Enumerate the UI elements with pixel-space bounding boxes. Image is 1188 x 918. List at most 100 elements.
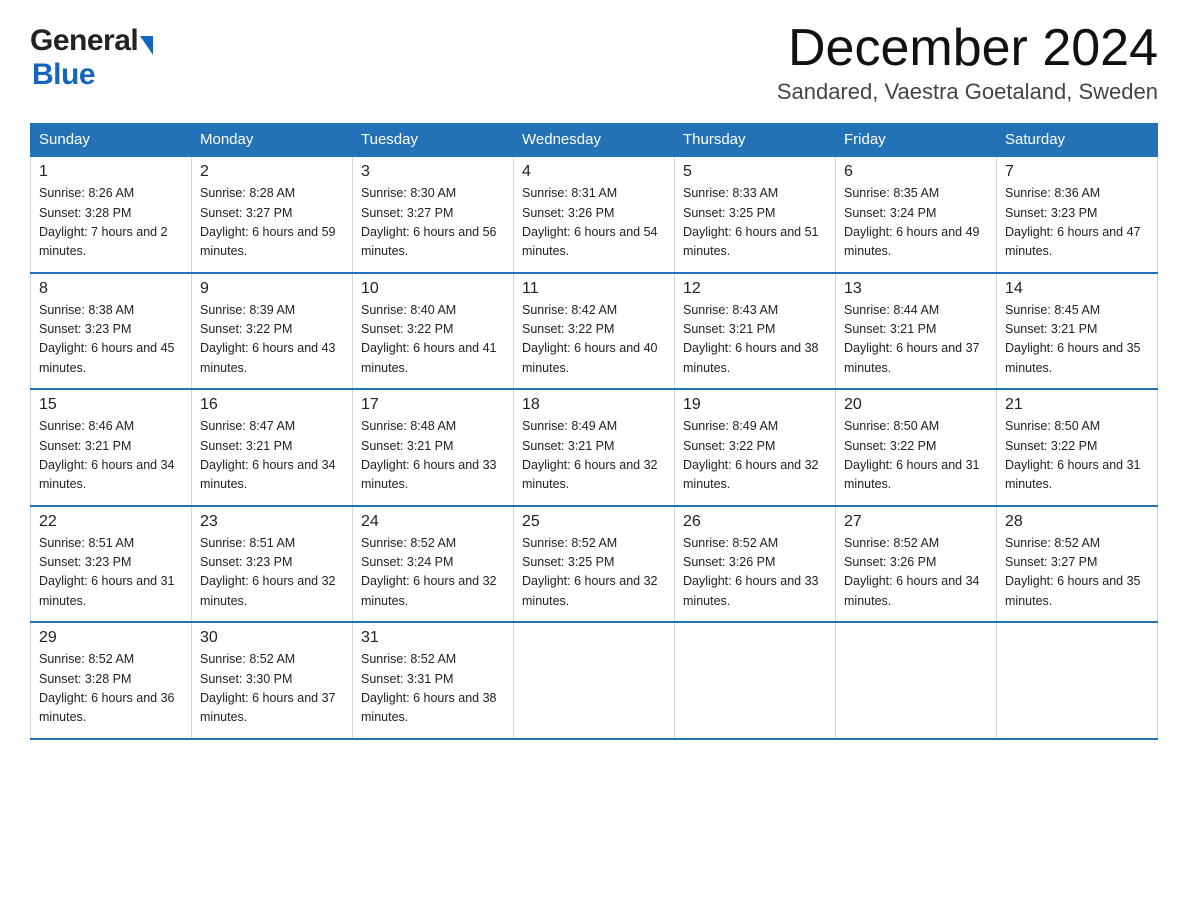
location: Sandared, Vaestra Goetaland, Sweden [777,79,1158,105]
day-info: Sunrise: 8:36 AMSunset: 3:23 PMDaylight:… [1005,186,1141,258]
calendar-day-cell: 24 Sunrise: 8:52 AMSunset: 3:24 PMDaylig… [353,506,514,623]
day-info: Sunrise: 8:52 AMSunset: 3:24 PMDaylight:… [361,536,497,608]
day-of-week-header: Tuesday [353,124,514,157]
calendar-day-cell: 22 Sunrise: 8:51 AMSunset: 3:23 PMDaylig… [31,506,192,623]
calendar-day-cell: 26 Sunrise: 8:52 AMSunset: 3:26 PMDaylig… [675,506,836,623]
logo-triangle-icon [140,36,153,55]
day-number: 28 [1005,513,1149,531]
day-number: 10 [361,280,505,298]
day-info: Sunrise: 8:50 AMSunset: 3:22 PMDaylight:… [1005,419,1141,491]
logo-general: General [30,24,138,58]
calendar-day-cell: 15 Sunrise: 8:46 AMSunset: 3:21 PMDaylig… [31,389,192,506]
calendar-day-cell: 28 Sunrise: 8:52 AMSunset: 3:27 PMDaylig… [997,506,1158,623]
day-number: 7 [1005,163,1149,181]
calendar-day-cell: 10 Sunrise: 8:40 AMSunset: 3:22 PMDaylig… [353,273,514,390]
day-info: Sunrise: 8:49 AMSunset: 3:22 PMDaylight:… [683,419,819,491]
calendar-day-cell: 3 Sunrise: 8:30 AMSunset: 3:27 PMDayligh… [353,156,514,273]
calendar-day-cell [514,622,675,739]
calendar-day-cell: 17 Sunrise: 8:48 AMSunset: 3:21 PMDaylig… [353,389,514,506]
day-info: Sunrise: 8:44 AMSunset: 3:21 PMDaylight:… [844,303,980,375]
calendar-day-cell: 20 Sunrise: 8:50 AMSunset: 3:22 PMDaylig… [836,389,997,506]
calendar-week-row: 22 Sunrise: 8:51 AMSunset: 3:23 PMDaylig… [31,506,1158,623]
calendar-day-cell [997,622,1158,739]
header-row: SundayMondayTuesdayWednesdayThursdayFrid… [31,124,1158,157]
day-number: 27 [844,513,988,531]
day-info: Sunrise: 8:31 AMSunset: 3:26 PMDaylight:… [522,186,658,258]
day-info: Sunrise: 8:30 AMSunset: 3:27 PMDaylight:… [361,186,497,258]
title-block: December 2024 Sandared, Vaestra Goetalan… [777,20,1158,105]
day-of-week-header: Friday [836,124,997,157]
day-number: 20 [844,396,988,414]
day-number: 25 [522,513,666,531]
day-number: 21 [1005,396,1149,414]
calendar-day-cell: 14 Sunrise: 8:45 AMSunset: 3:21 PMDaylig… [997,273,1158,390]
calendar-day-cell: 30 Sunrise: 8:52 AMSunset: 3:30 PMDaylig… [192,622,353,739]
calendar-day-cell: 2 Sunrise: 8:28 AMSunset: 3:27 PMDayligh… [192,156,353,273]
calendar-day-cell: 31 Sunrise: 8:52 AMSunset: 3:31 PMDaylig… [353,622,514,739]
day-info: Sunrise: 8:26 AMSunset: 3:28 PMDaylight:… [39,186,168,258]
day-number: 23 [200,513,344,531]
calendar-day-cell: 7 Sunrise: 8:36 AMSunset: 3:23 PMDayligh… [997,156,1158,273]
logo-blue: Blue [32,58,95,92]
month-title: December 2024 [777,20,1158,77]
day-number: 8 [39,280,183,298]
day-number: 24 [361,513,505,531]
day-info: Sunrise: 8:50 AMSunset: 3:22 PMDaylight:… [844,419,980,491]
day-info: Sunrise: 8:52 AMSunset: 3:26 PMDaylight:… [844,536,980,608]
calendar-day-cell: 12 Sunrise: 8:43 AMSunset: 3:21 PMDaylig… [675,273,836,390]
day-info: Sunrise: 8:42 AMSunset: 3:22 PMDaylight:… [522,303,658,375]
day-info: Sunrise: 8:48 AMSunset: 3:21 PMDaylight:… [361,419,497,491]
day-info: Sunrise: 8:28 AMSunset: 3:27 PMDaylight:… [200,186,336,258]
calendar-day-cell: 5 Sunrise: 8:33 AMSunset: 3:25 PMDayligh… [675,156,836,273]
calendar-day-cell: 18 Sunrise: 8:49 AMSunset: 3:21 PMDaylig… [514,389,675,506]
day-number: 22 [39,513,183,531]
calendar-day-cell: 19 Sunrise: 8:49 AMSunset: 3:22 PMDaylig… [675,389,836,506]
day-of-week-header: Saturday [997,124,1158,157]
day-number: 11 [522,280,666,298]
day-info: Sunrise: 8:52 AMSunset: 3:30 PMDaylight:… [200,652,336,724]
day-info: Sunrise: 8:46 AMSunset: 3:21 PMDaylight:… [39,419,175,491]
day-number: 1 [39,163,183,181]
calendar-day-cell: 16 Sunrise: 8:47 AMSunset: 3:21 PMDaylig… [192,389,353,506]
day-of-week-header: Monday [192,124,353,157]
day-info: Sunrise: 8:39 AMSunset: 3:22 PMDaylight:… [200,303,336,375]
day-info: Sunrise: 8:33 AMSunset: 3:25 PMDaylight:… [683,186,819,258]
day-of-week-header: Wednesday [514,124,675,157]
day-number: 26 [683,513,827,531]
day-info: Sunrise: 8:45 AMSunset: 3:21 PMDaylight:… [1005,303,1141,375]
day-number: 12 [683,280,827,298]
day-number: 17 [361,396,505,414]
day-number: 19 [683,396,827,414]
day-number: 14 [1005,280,1149,298]
day-info: Sunrise: 8:52 AMSunset: 3:27 PMDaylight:… [1005,536,1141,608]
day-info: Sunrise: 8:51 AMSunset: 3:23 PMDaylight:… [200,536,336,608]
calendar-week-row: 1 Sunrise: 8:26 AMSunset: 3:28 PMDayligh… [31,156,1158,273]
calendar-day-cell: 21 Sunrise: 8:50 AMSunset: 3:22 PMDaylig… [997,389,1158,506]
calendar-table: SundayMondayTuesdayWednesdayThursdayFrid… [30,123,1158,740]
day-number: 6 [844,163,988,181]
day-number: 31 [361,629,505,647]
day-number: 5 [683,163,827,181]
day-number: 30 [200,629,344,647]
day-number: 15 [39,396,183,414]
calendar-day-cell [836,622,997,739]
calendar-day-cell: 8 Sunrise: 8:38 AMSunset: 3:23 PMDayligh… [31,273,192,390]
day-number: 4 [522,163,666,181]
day-number: 29 [39,629,183,647]
calendar-day-cell: 23 Sunrise: 8:51 AMSunset: 3:23 PMDaylig… [192,506,353,623]
day-number: 18 [522,396,666,414]
calendar-day-cell: 1 Sunrise: 8:26 AMSunset: 3:28 PMDayligh… [31,156,192,273]
calendar-day-cell: 4 Sunrise: 8:31 AMSunset: 3:26 PMDayligh… [514,156,675,273]
calendar-day-cell: 27 Sunrise: 8:52 AMSunset: 3:26 PMDaylig… [836,506,997,623]
calendar-day-cell: 11 Sunrise: 8:42 AMSunset: 3:22 PMDaylig… [514,273,675,390]
day-of-week-header: Thursday [675,124,836,157]
day-info: Sunrise: 8:51 AMSunset: 3:23 PMDaylight:… [39,536,175,608]
day-info: Sunrise: 8:52 AMSunset: 3:25 PMDaylight:… [522,536,658,608]
day-info: Sunrise: 8:38 AMSunset: 3:23 PMDaylight:… [39,303,175,375]
day-info: Sunrise: 8:52 AMSunset: 3:28 PMDaylight:… [39,652,175,724]
calendar-week-row: 15 Sunrise: 8:46 AMSunset: 3:21 PMDaylig… [31,389,1158,506]
calendar-day-cell: 25 Sunrise: 8:52 AMSunset: 3:25 PMDaylig… [514,506,675,623]
day-info: Sunrise: 8:40 AMSunset: 3:22 PMDaylight:… [361,303,497,375]
day-info: Sunrise: 8:52 AMSunset: 3:31 PMDaylight:… [361,652,497,724]
day-number: 13 [844,280,988,298]
